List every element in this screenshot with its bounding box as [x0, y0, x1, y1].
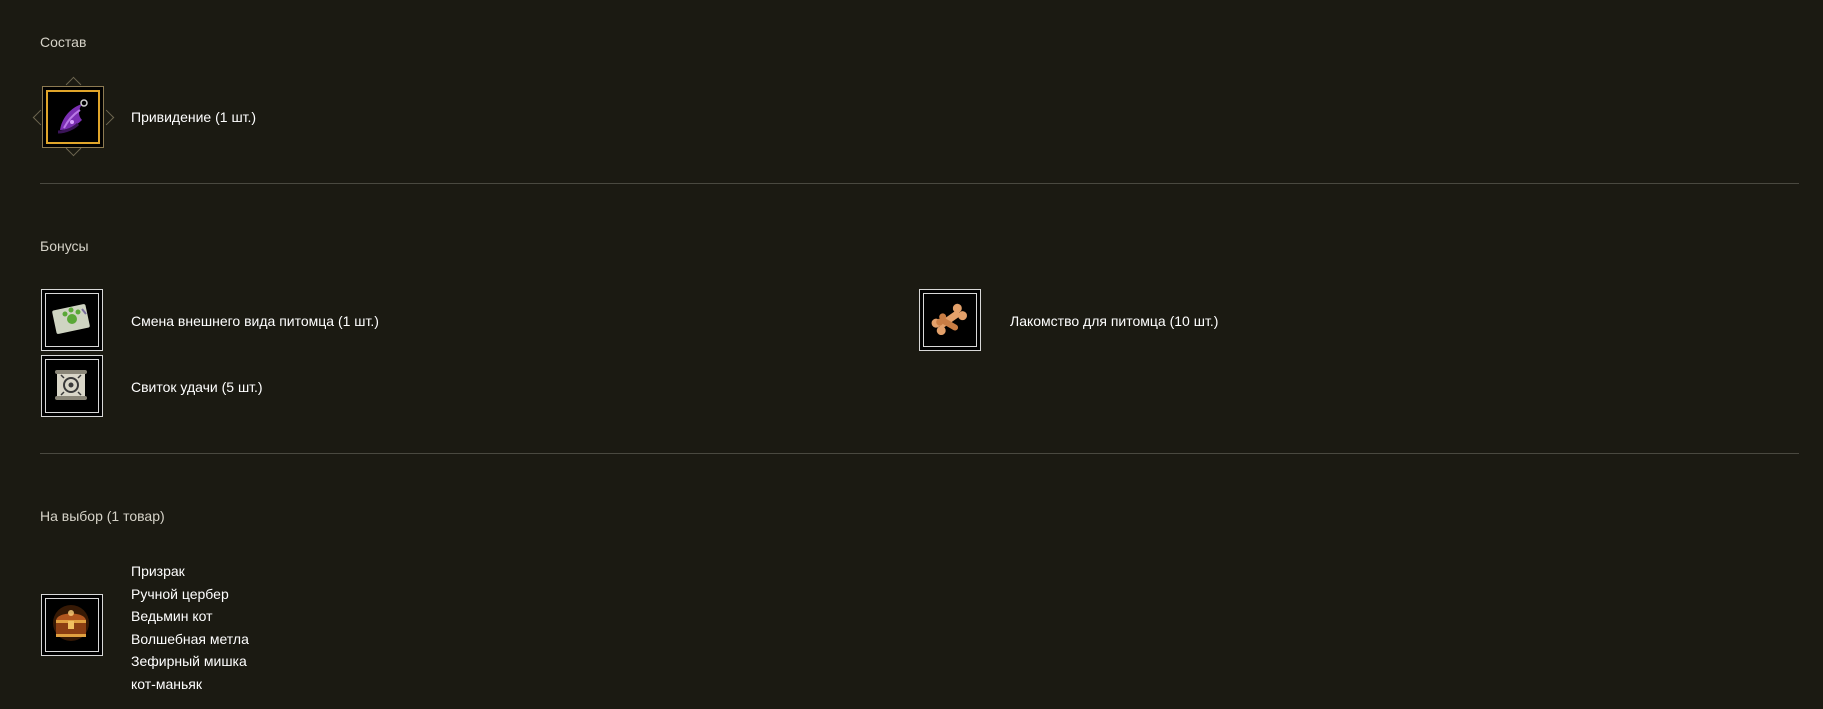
- bone-treat-icon: [923, 293, 977, 347]
- bonuses-section-title: Бонусы: [40, 238, 89, 254]
- ghost-hat-icon: [46, 90, 100, 144]
- composition-section-title: Состав: [40, 34, 87, 50]
- choice-option: кот-маньяк: [131, 675, 202, 692]
- choice-option: Ведьмин кот: [131, 608, 213, 624]
- pet-appearance-ticket-icon: [45, 293, 99, 347]
- ghost-item-label: Привидение (1 шт.): [131, 109, 257, 125]
- pet-appearance-item-slot[interactable]: [41, 289, 103, 351]
- choice-option: Ручной цербер: [131, 585, 229, 602]
- choice-chest-item-slot[interactable]: [41, 594, 103, 656]
- section-divider: [40, 183, 1799, 184]
- choice-options-list: Призрак Ручной цербер Ведьмин кот Волшеб…: [131, 560, 249, 695]
- ghost-item-slot[interactable]: [42, 86, 104, 148]
- choice-option: Зефирный мишка: [131, 653, 247, 669]
- luck-scroll-item-label: Свиток удачи (5 шт.): [131, 379, 263, 395]
- bundle-contents-page: Состав Привидение (1 шт.) Бонусы Смена в…: [0, 0, 1823, 709]
- pet-treat-item-label: Лакомство для питомца (10 шт.): [1010, 313, 1219, 329]
- pet-appearance-item-label: Смена внешнего вида питомца (1 шт.): [131, 313, 379, 329]
- luck-scroll-icon: [45, 359, 99, 413]
- treasure-chest-icon: [45, 598, 99, 652]
- luck-scroll-item-slot[interactable]: [41, 355, 103, 417]
- pet-treat-item-slot[interactable]: [919, 289, 981, 351]
- section-divider: [40, 453, 1799, 454]
- choice-option: Призрак: [131, 563, 185, 579]
- choice-option: Волшебная метла: [131, 630, 249, 647]
- choice-section-title: На выбор (1 товар): [40, 508, 165, 524]
